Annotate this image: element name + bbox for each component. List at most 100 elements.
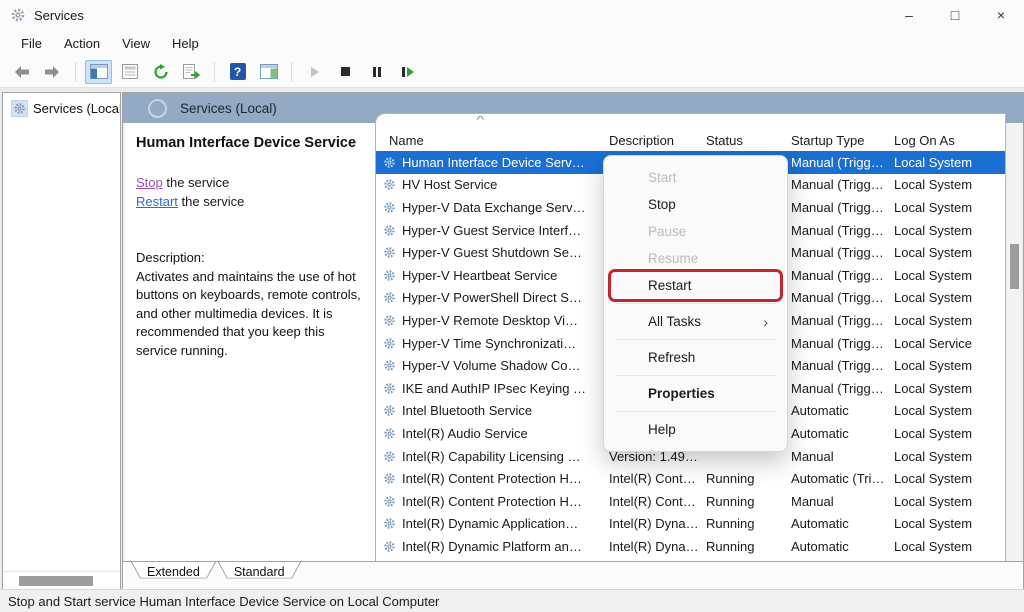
description-text: Activates and maintains the use of hot b…: [136, 268, 362, 361]
start-service-icon: [309, 66, 321, 78]
window-title: Services: [34, 8, 84, 23]
minimize-button[interactable]: –: [886, 0, 932, 30]
toolbar: ?: [0, 56, 1024, 88]
sidebar-item-services-local[interactable]: Services (Local): [3, 93, 120, 121]
service-logon-as: Local System: [886, 223, 1005, 238]
service-description: Description: Activates and maintains the…: [125, 249, 375, 360]
close-button[interactable]: ×: [978, 0, 1024, 30]
export-list-button[interactable]: [178, 60, 205, 84]
menu-action[interactable]: Action: [53, 33, 111, 54]
table-row[interactable]: Intel(R) Dynamic Application…Intel(R) Dy…: [376, 513, 1005, 536]
menu-separator: [616, 339, 775, 340]
service-gear-icon: [383, 404, 396, 417]
service-logon-as: Local System: [886, 155, 1005, 170]
window-controls: –□×: [886, 0, 1024, 30]
help-button[interactable]: ?: [224, 60, 251, 84]
table-row[interactable]: Intel(R) Dynamic Platform an…Intel(R) Dy…: [376, 535, 1005, 558]
context-menu-item-help[interactable]: Help: [611, 416, 780, 443]
service-gear-icon: [383, 427, 396, 440]
column-header-status[interactable]: Status: [698, 133, 783, 148]
menu-item-label: Resume: [648, 251, 698, 266]
service-gear-icon: [383, 291, 396, 304]
service-status: Running: [698, 494, 783, 509]
service-gear-icon: [383, 246, 396, 259]
console-tree-panel: Services (Local): [2, 92, 121, 590]
service-gear-icon: [383, 382, 396, 395]
stop-service-button[interactable]: [332, 60, 359, 84]
status-bar: Stop and Start service Human Interface D…: [0, 589, 1024, 612]
menu-view[interactable]: View: [111, 33, 161, 54]
service-logon-as: Local System: [886, 426, 1005, 441]
service-gear-icon: [383, 337, 396, 350]
column-header-log-on-as[interactable]: Log On As: [886, 133, 1005, 148]
stop-service-icon: [340, 66, 351, 77]
stop-link-suffix: the service: [163, 175, 229, 190]
horizontal-scrollbar[interactable]: [3, 571, 120, 589]
context-menu-item-restart[interactable]: Restart: [611, 272, 780, 299]
tab-extended[interactable]: Extended: [131, 562, 216, 583]
service-startup-type: Manual: [783, 449, 886, 464]
service-status: Running: [698, 539, 783, 554]
stop-service-link[interactable]: Stop: [136, 175, 163, 190]
export-list-icon: [183, 64, 201, 79]
service-action-links: Stop the service Restart the service: [125, 173, 375, 211]
service-gear-icon: [383, 201, 396, 214]
vertical-scrollbar-thumb[interactable]: [1010, 244, 1019, 289]
menu-item-label: Help: [648, 422, 676, 437]
service-logon-as: Local System: [886, 403, 1005, 418]
service-startup-type: Manual (Trigg…: [783, 200, 886, 215]
show-console-tree-button[interactable]: [85, 60, 112, 84]
properties-icon: [122, 64, 138, 79]
tab-label: Extended: [131, 562, 216, 582]
context-menu-item-refresh[interactable]: Refresh: [611, 344, 780, 371]
service-logon-as: Local System: [886, 200, 1005, 215]
restart-service-button[interactable]: [394, 60, 421, 84]
horizontal-scrollbar-thumb[interactable]: [19, 576, 93, 586]
service-logon-as: Local Service: [886, 336, 1005, 351]
tab-standard[interactable]: Standard: [218, 562, 301, 583]
service-logon-as: Local System: [886, 268, 1005, 283]
service-name: Intel(R) Content Protection H…: [402, 494, 582, 509]
service-description: Intel(R) Cont…: [601, 471, 698, 486]
properties-button[interactable]: [116, 60, 143, 84]
column-header-name[interactable]: Name: [376, 133, 601, 148]
service-name: Intel(R) Content Protection H…: [402, 471, 582, 486]
service-startup-type: Manual (Trigg…: [783, 358, 886, 373]
service-gear-icon: [383, 517, 396, 530]
pause-service-button[interactable]: [363, 60, 390, 84]
table-row[interactable]: Intel(R) Content Protection H… Intel(R) C…: [376, 467, 1005, 490]
service-gear-icon: [383, 472, 396, 485]
column-header-description[interactable]: Description: [601, 133, 698, 148]
view-tabs: ExtendedStandard: [123, 561, 1023, 589]
menu-item-label: Refresh: [648, 350, 695, 365]
selected-service-title: Human Interface Device Service: [125, 123, 375, 152]
context-menu-item-all-tasks[interactable]: All Tasks›: [611, 308, 780, 335]
help-icon: ?: [230, 63, 246, 80]
menu-file[interactable]: File: [10, 33, 53, 54]
refresh-icon: [153, 64, 169, 80]
refresh-button[interactable]: [147, 60, 174, 84]
maximize-button[interactable]: □: [932, 0, 978, 30]
menu-help[interactable]: Help: [161, 33, 210, 54]
context-menu-item-properties[interactable]: Properties: [611, 380, 780, 407]
service-logon-as: Local System: [886, 539, 1005, 554]
column-header-startup-type[interactable]: Startup Type: [783, 133, 886, 148]
show-action-pane-button[interactable]: [255, 60, 282, 84]
service-startup-type: Manual (Trigg…: [783, 313, 886, 328]
menu-item-label: Restart: [648, 278, 692, 293]
back-button[interactable]: [8, 60, 35, 84]
service-name: Human Interface Device Serv…: [402, 155, 585, 170]
start-service-button[interactable]: [301, 60, 328, 84]
forward-button[interactable]: [39, 60, 66, 84]
vertical-scrollbar[interactable]: [1008, 123, 1021, 562]
description-label: Description:: [136, 249, 362, 268]
toolbar-separator: [75, 62, 76, 82]
restart-service-link[interactable]: Restart: [136, 194, 178, 209]
table-row[interactable]: Intel(R) Content Protection H…Intel(R) C…: [376, 490, 1005, 513]
service-logon-as: Local System: [886, 290, 1005, 305]
service-name: Intel(R) Dynamic Platform an…: [402, 539, 582, 554]
menu-item-label: Start: [648, 170, 677, 185]
menu-item-label: Pause: [648, 224, 686, 239]
service-logon-as: Local System: [886, 177, 1005, 192]
context-menu-item-stop[interactable]: Stop: [611, 191, 780, 218]
